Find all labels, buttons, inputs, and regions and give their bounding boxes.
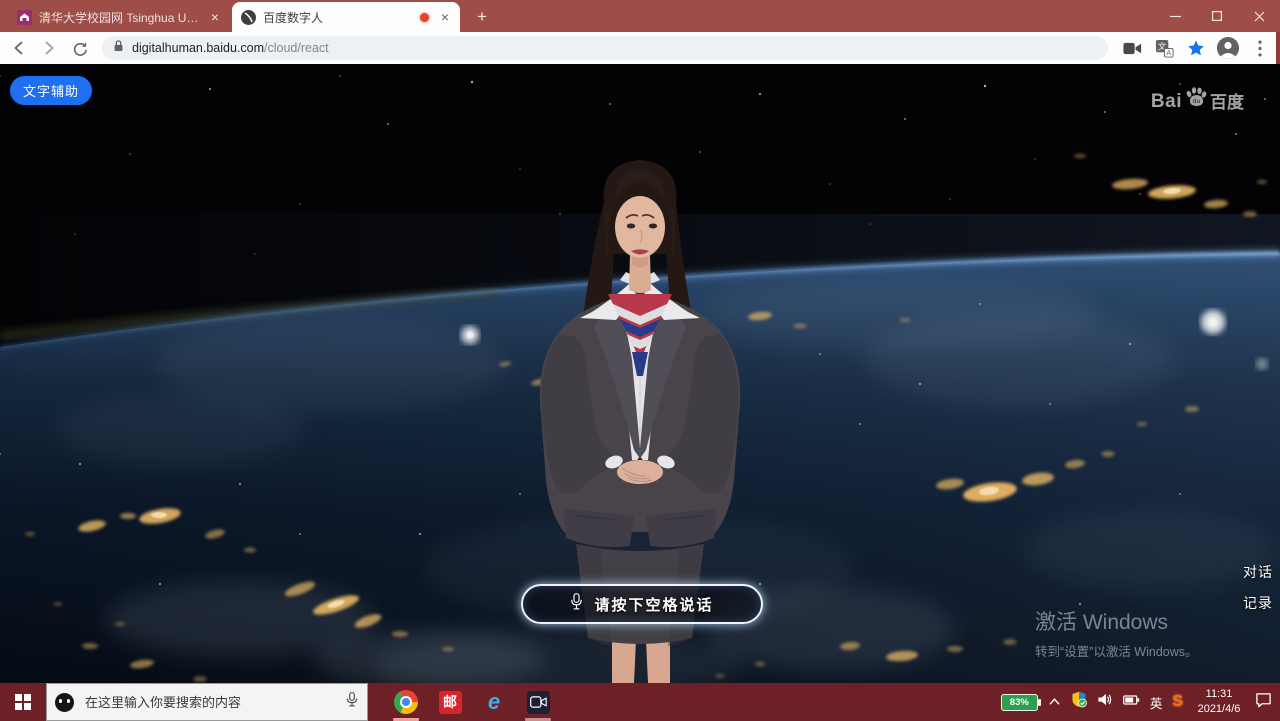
volume-icon[interactable] [1097, 692, 1113, 712]
baidu-logo: Bai du 百度 [1151, 86, 1244, 113]
minimize-window-icon[interactable] [1154, 0, 1196, 32]
new-tab-button[interactable]: + [470, 5, 494, 29]
tab-title: 清华大学校园网 Tsinghua Univ [39, 9, 201, 26]
input-language-indicator[interactable]: 英 [1150, 693, 1163, 712]
lock-icon [112, 39, 125, 58]
media-recording-indicator-icon [420, 13, 429, 22]
url-text: digitalhuman.baidu.com/cloud/react [132, 41, 329, 55]
search-mic-icon[interactable] [345, 691, 359, 714]
battery-percent-badge[interactable]: 83% [1001, 694, 1038, 711]
tsinghua-favicon-icon [16, 9, 32, 25]
tab-title: 百度数字人 [263, 9, 413, 26]
activate-windows-watermark: 激活 Windows 转到“设置”以激活 Windows。 [1035, 606, 1198, 660]
sogou-input-icon[interactable]: S [1172, 693, 1183, 711]
battery-tray-icon[interactable] [1123, 693, 1140, 711]
push-to-talk-bar[interactable]: 请按下空格说话 [521, 584, 763, 624]
browser-menu-icon[interactable] [1246, 35, 1274, 61]
globe-favicon-icon [240, 9, 256, 25]
tab-camera-icon[interactable] [1118, 35, 1146, 61]
profile-avatar-icon[interactable] [1214, 35, 1242, 61]
svg-text:du: du [1193, 98, 1201, 105]
push-to-talk-label: 请按下空格说话 [594, 594, 713, 615]
reload-icon[interactable] [66, 35, 92, 61]
screen-edge-strip [1276, 32, 1280, 64]
watermark-line1: 激活 Windows [1035, 606, 1198, 636]
camera-app-icon[interactable] [516, 683, 560, 721]
baidu-logo-text: Bai [1151, 91, 1182, 113]
windows-logo-icon [15, 694, 31, 710]
browser-titlebar: 清华大学校园网 Tsinghua Univ × 百度数字人 × + [0, 0, 1280, 32]
clock-time: 11:31 [1193, 687, 1245, 702]
taskbar-search-input[interactable] [83, 694, 336, 711]
system-tray: 83% 英 S 11:31 2021/4/6 [1001, 683, 1280, 721]
close-tab-icon[interactable]: × [208, 9, 222, 25]
taskbar-apps: 邮 e [384, 683, 560, 721]
bookmark-star-icon[interactable] [1182, 35, 1210, 61]
side-menu: 对话 记录 [1243, 562, 1273, 613]
forward-icon[interactable] [36, 35, 62, 61]
mail-app-icon[interactable]: 邮 [428, 683, 472, 721]
translate-icon[interactable]: 文A [1150, 35, 1178, 61]
start-button[interactable] [0, 683, 46, 721]
baidu-logo-cn: 百度 [1210, 88, 1244, 113]
microphone-icon [570, 592, 583, 617]
desktop-screen: 清华大学校园网 Tsinghua Univ × 百度数字人 × + [0, 0, 1280, 721]
back-icon[interactable] [6, 35, 32, 61]
windows-taskbar: 邮 e 83% [0, 683, 1280, 721]
address-bar[interactable]: digitalhuman.baidu.com/cloud/react [102, 36, 1108, 60]
action-center-icon[interactable] [1255, 692, 1272, 713]
side-menu-dialog[interactable]: 对话 [1243, 562, 1273, 582]
tray-expand-chevron-icon[interactable] [1048, 693, 1061, 711]
defender-shield-icon[interactable] [1071, 691, 1087, 713]
text-assist-button[interactable]: 文字辅助 [10, 76, 92, 105]
tab-tsinghua[interactable]: 清华大学校园网 Tsinghua Univ × [8, 2, 230, 32]
baidu-paw-icon: du [1184, 86, 1208, 113]
svg-text:A: A [1166, 49, 1171, 57]
taskbar-clock[interactable]: 11:31 2021/4/6 [1193, 687, 1245, 717]
taskbar-search[interactable] [46, 683, 368, 721]
window-controls [1154, 0, 1280, 32]
maximize-window-icon[interactable] [1196, 0, 1238, 32]
watermark-line2: 转到“设置”以激活 Windows。 [1035, 641, 1198, 660]
close-window-icon[interactable] [1238, 0, 1280, 32]
cortana-icon [55, 693, 74, 712]
browser-toolbar: digitalhuman.baidu.com/cloud/react 文A [0, 32, 1280, 64]
internet-explorer-icon[interactable]: e [472, 683, 516, 721]
digital-human-page: 文字辅助 Bai du 百度 请按下空格说话 对话 记录 激活 Windows … [0, 64, 1280, 683]
side-menu-record[interactable]: 记录 [1243, 593, 1273, 613]
chrome-taskbar-icon[interactable] [384, 683, 428, 721]
tab-digital-human[interactable]: 百度数字人 × [232, 2, 460, 32]
clock-date: 2021/4/6 [1193, 702, 1245, 717]
close-tab-icon[interactable]: × [438, 9, 452, 25]
